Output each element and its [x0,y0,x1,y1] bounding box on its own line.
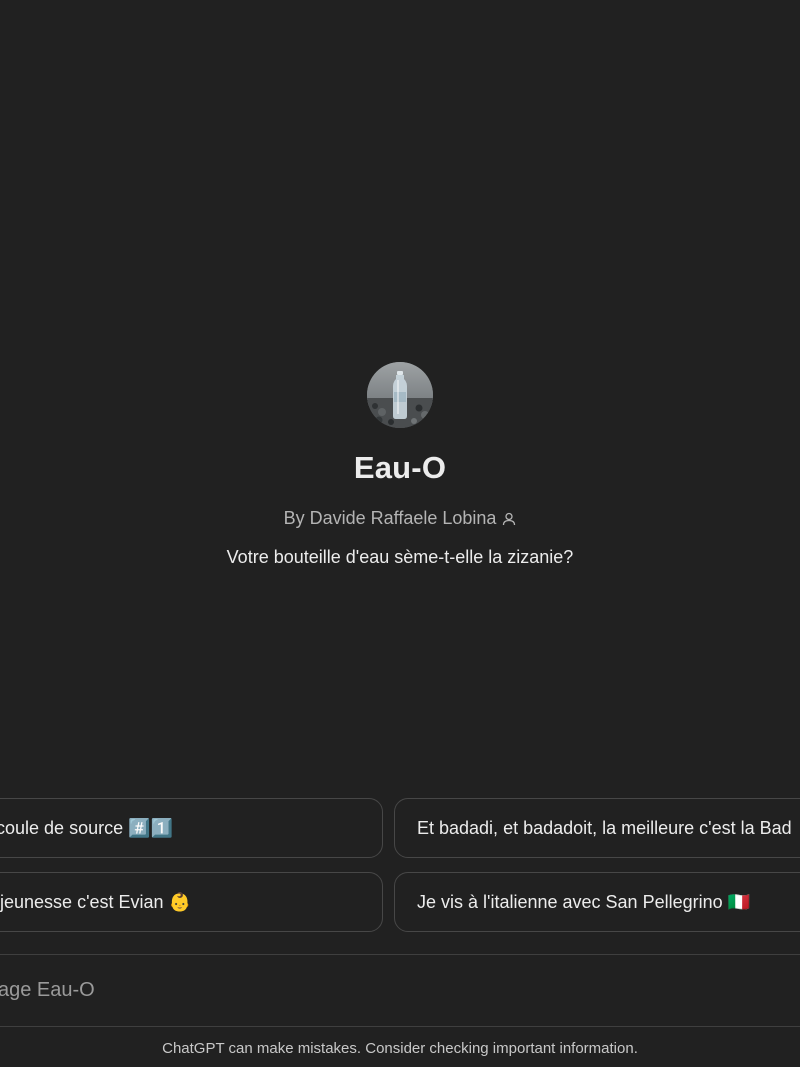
message-composer [0,954,800,1027]
gpt-description: Votre bouteille d'eau sème-t-elle la ziz… [226,547,574,567]
disclaimer-text: ChatGPT can make mistakes. Consider chec… [162,1040,638,1057]
gpt-start-page: Eau-O By Davide Raffaele Lobina Votre bo… [0,0,800,1067]
gpt-header: Eau-O By Davide Raffaele Lobina Votre bo… [0,362,800,568]
gpt-title: Eau-O [353,450,447,485]
prompt-card-text: Et badadi, et badadoit, la meilleure c'e… [417,817,792,838]
prompt-card-text: a coule de source #️⃣1️⃣ [0,817,173,838]
prompt-card[interactable]: Je vis à l'italienne avec San Pellegrino… [394,872,800,932]
prompt-card[interactable]: Et badadi, et badadoit, la meilleure c'e… [394,798,800,858]
water-bottle-avatar-icon [367,362,433,428]
message-input[interactable] [0,979,798,1002]
gpt-avatar [367,362,433,428]
prompt-card[interactable]: a coule de source #️⃣1️⃣ [0,798,383,858]
prompt-card-text: le jeunesse c'est Evian 👶 [0,891,191,912]
prompt-card-text: Je vis à l'italienne avec San Pellegrino… [417,891,751,912]
person-icon [502,512,516,526]
prompt-card[interactable]: le jeunesse c'est Evian 👶 [0,872,383,932]
gpt-author[interactable]: By Davide Raffaele Lobina [284,508,517,529]
author-name: By Davide Raffaele Lobina [283,508,497,528]
